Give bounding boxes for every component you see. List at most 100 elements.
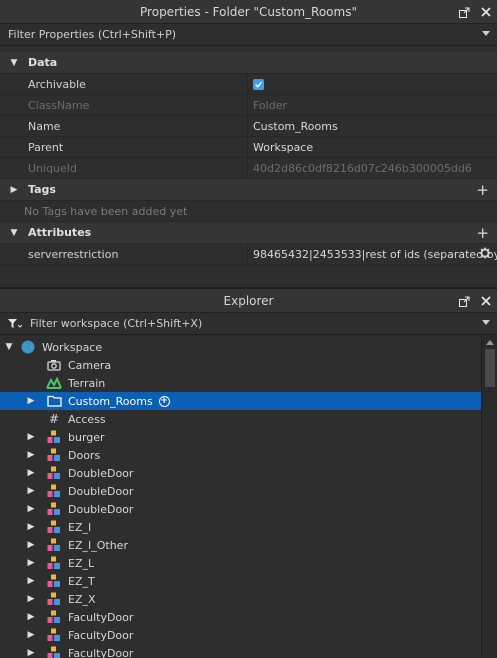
expand-arrow-icon[interactable]: ▶ — [26, 612, 36, 622]
collapse-arrow-icon[interactable]: ▼ — [0, 58, 28, 68]
tree-item-model[interactable]: ▶ burger — [0, 428, 497, 446]
collapse-arrow-icon[interactable]: ▼ — [4, 342, 14, 352]
tree-item-custom-rooms[interactable]: ▶ Custom_Rooms + — [0, 392, 497, 410]
prop-value: 40d2d86c0df8216d07c246b300005dd6 — [253, 161, 472, 175]
hash-icon: # — [48, 412, 60, 426]
model-icon — [46, 627, 62, 643]
section-data[interactable]: ▼ Data — [0, 52, 497, 74]
tree-item-model[interactable]: ▶ EZ_I — [0, 518, 497, 536]
expand-arrow-icon[interactable]: ▶ — [26, 522, 36, 532]
expand-arrow-icon[interactable]: ▶ — [26, 504, 36, 514]
tree-item-model[interactable]: ▶ EZ_T — [0, 572, 497, 590]
tree-item-access[interactable]: # Access — [0, 410, 497, 428]
tree-item-model[interactable]: ▶ DoubleDoor — [0, 464, 497, 482]
filter-funnel-icon[interactable] — [8, 318, 22, 329]
expand-arrow-icon[interactable]: ▶ — [26, 558, 36, 568]
archivable-checkbox[interactable] — [253, 78, 264, 90]
model-icon — [46, 519, 62, 535]
expand-arrow-icon[interactable]: ▶ — [26, 576, 36, 586]
expand-arrow-icon[interactable]: ▶ — [26, 432, 36, 442]
prop-row-serverrestriction[interactable]: serverrestriction 98465432|2453533|rest … — [0, 244, 497, 265]
model-icon — [46, 573, 62, 589]
prop-row-classname: ClassName Folder — [0, 95, 497, 116]
tree-item-model[interactable]: ▶ EZ_I_Other — [0, 536, 497, 554]
tree-item-model[interactable]: ▶ FacultyDoor — [0, 608, 497, 626]
section-attributes-label: Attributes — [28, 226, 92, 239]
model-icon — [46, 645, 62, 658]
collapse-arrow-icon[interactable]: ▼ — [0, 228, 28, 238]
prop-name: ClassName — [0, 95, 248, 115]
prop-value[interactable]: Workspace — [248, 137, 497, 157]
undock-icon[interactable] — [459, 296, 470, 307]
tree-item-workspace[interactable]: ▼ Workspace — [0, 338, 497, 356]
tree-item-terrain[interactable]: Terrain — [0, 374, 497, 392]
properties-panel: Properties - Folder "Custom_Rooms" Filte… — [0, 0, 497, 265]
section-attributes[interactable]: ▼ Attributes + — [0, 222, 497, 244]
undock-icon[interactable] — [459, 7, 470, 18]
gear-icon[interactable] — [479, 247, 491, 262]
model-icon — [46, 537, 62, 553]
model-icon — [46, 501, 62, 517]
explorer-filter-input[interactable]: Filter workspace (Ctrl+Shift+X) — [0, 313, 497, 335]
prop-row-parent[interactable]: Parent Workspace — [0, 137, 497, 158]
tree-item-model[interactable]: ▶ EZ_L — [0, 554, 497, 572]
section-tags[interactable]: ▶ Tags + — [0, 179, 497, 201]
prop-row-archivable[interactable]: Archivable — [0, 74, 497, 95]
close-icon[interactable] — [480, 7, 491, 18]
camera-icon — [46, 357, 62, 373]
prop-name: Archivable — [0, 74, 248, 94]
prop-row-name[interactable]: Name Custom_Rooms — [0, 116, 497, 137]
tree-item-label: FacultyDoor — [68, 646, 134, 658]
no-tags-message: No Tags have been added yet — [0, 201, 497, 222]
explorer-tree: ▼ Workspace Camera Terrain ▶ Custom_Room… — [0, 335, 497, 658]
tree-item-model[interactable]: ▶ DoubleDoor — [0, 482, 497, 500]
chevron-down-icon[interactable] — [482, 320, 490, 325]
properties-filter-placeholder: Filter Properties (Ctrl+Shift+P) — [8, 28, 177, 41]
explorer-title-bar: Explorer — [0, 289, 497, 313]
close-icon[interactable] — [480, 296, 491, 307]
globe-icon — [20, 339, 36, 355]
tree-item-label: EZ_I_Other — [68, 538, 128, 552]
expand-arrow-icon[interactable]: ▶ — [26, 594, 36, 604]
scrollbar-thumb[interactable] — [485, 349, 495, 387]
properties-filter-input[interactable]: Filter Properties (Ctrl+Shift+P) — [0, 24, 497, 46]
tree-item-model[interactable]: ▶ FacultyDoor — [0, 626, 497, 644]
tree-item-label: Custom_Rooms — [68, 394, 153, 408]
tree-item-label: Access — [68, 412, 106, 426]
scroll-up-icon[interactable] — [482, 335, 497, 349]
expand-arrow-icon[interactable]: ▶ — [26, 396, 36, 406]
add-attribute-icon[interactable]: + — [476, 224, 489, 242]
expand-arrow-icon[interactable]: ▶ — [26, 540, 36, 550]
attribute-value-input[interactable]: 98465432|2453533|rest of ids (separated … — [248, 244, 497, 264]
prop-value-input[interactable]: Custom_Rooms — [248, 116, 497, 136]
expand-arrow-icon[interactable]: ▶ — [0, 185, 28, 195]
explorer-panel: Explorer Filter workspace (Ctrl+Shift+X)… — [0, 287, 497, 658]
prop-name: UniqueId — [0, 158, 248, 178]
folder-icon — [46, 393, 62, 409]
tree-item-label: EZ_I — [68, 520, 92, 534]
tree-item-label: burger — [68, 430, 105, 444]
tree-item-label: Workspace — [42, 340, 103, 354]
explorer-scrollbar[interactable] — [481, 335, 497, 658]
chevron-down-icon[interactable] — [482, 31, 490, 36]
insert-object-icon[interactable]: + — [158, 395, 170, 407]
expand-arrow-icon[interactable]: ▶ — [26, 468, 36, 478]
model-icon — [46, 429, 62, 445]
tree-item-model[interactable]: ▶ EZ_X — [0, 590, 497, 608]
tree-item-model[interactable]: ▶ FacultyDoor — [0, 644, 497, 658]
tree-item-label: EZ_T — [68, 574, 95, 588]
model-icon — [46, 447, 62, 463]
section-tags-label: Tags — [28, 183, 56, 196]
add-tag-icon[interactable]: + — [476, 181, 489, 199]
expand-arrow-icon[interactable]: ▶ — [26, 486, 36, 496]
tree-item-model[interactable]: ▶ Doors — [0, 446, 497, 464]
tree-item-camera[interactable]: Camera — [0, 356, 497, 374]
tree-item-model[interactable]: ▶ DoubleDoor — [0, 500, 497, 518]
prop-name: Name — [0, 116, 248, 136]
expand-arrow-icon[interactable]: ▶ — [26, 648, 36, 658]
expand-arrow-icon[interactable]: ▶ — [26, 450, 36, 460]
explorer-filter-placeholder: Filter workspace (Ctrl+Shift+X) — [30, 317, 203, 330]
expand-arrow-icon[interactable]: ▶ — [26, 630, 36, 640]
model-icon — [46, 465, 62, 481]
prop-value: Folder — [253, 98, 287, 112]
